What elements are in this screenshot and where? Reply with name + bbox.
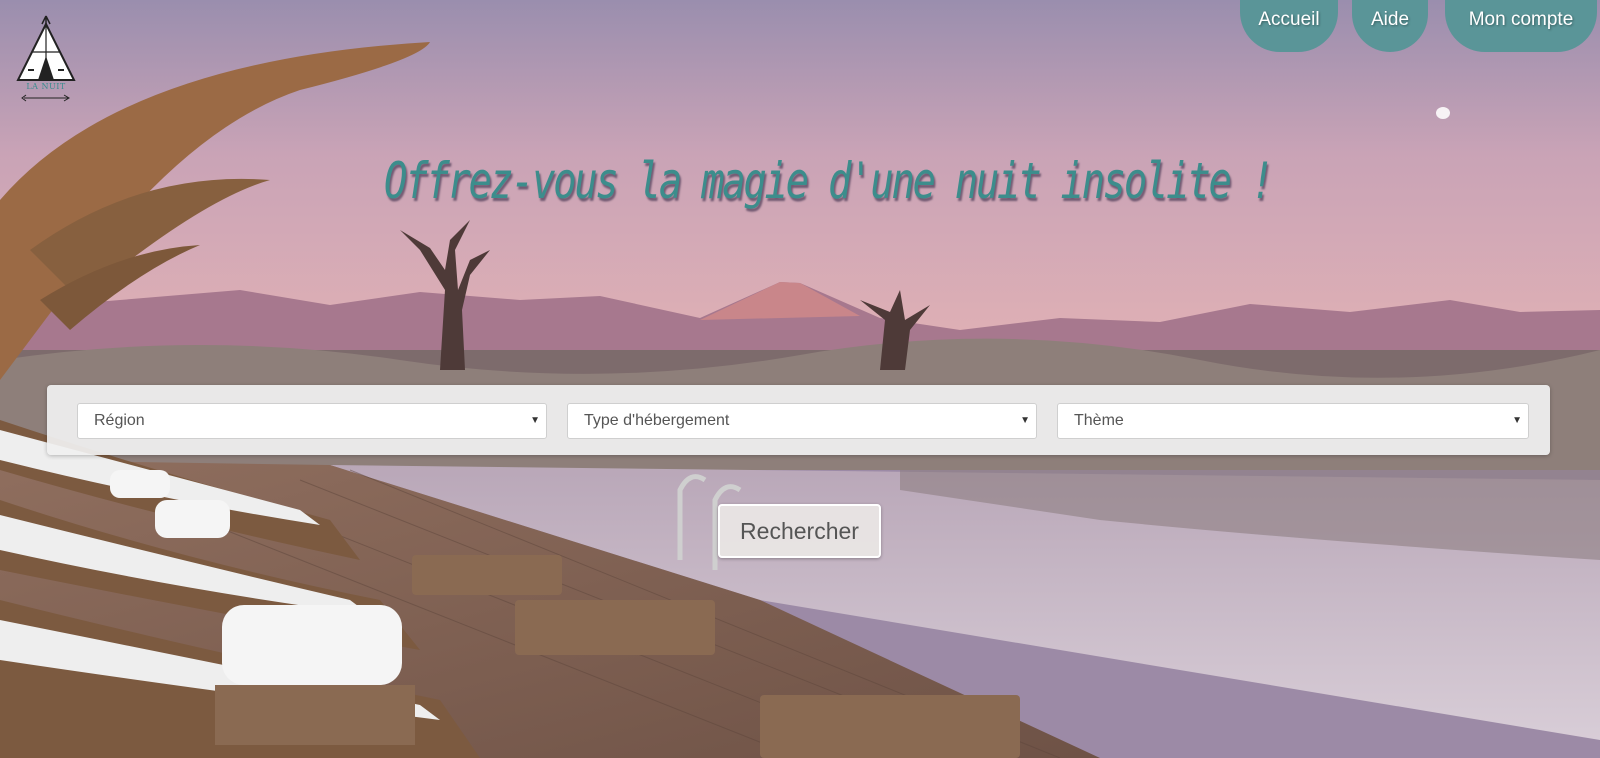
chevron-down-icon: ▼	[530, 415, 540, 426]
chevron-down-icon: ▼	[1020, 415, 1030, 426]
site-logo[interactable]: LA NUIT	[14, 12, 84, 106]
theme-select[interactable]: Thème ▼	[1057, 403, 1529, 439]
background-photo	[0, 0, 1600, 758]
theme-select-value: Thème	[1074, 412, 1124, 429]
nav-tab-mon-compte[interactable]: Mon compte	[1445, 0, 1597, 52]
search-panel: Région ▼ Type d'hébergement ▼ Thème ▼	[47, 385, 1550, 455]
region-select[interactable]: Région ▼	[77, 403, 547, 439]
search-button[interactable]: Rechercher	[718, 504, 881, 558]
logo-text: LA NUIT	[26, 82, 66, 91]
accommodation-type-select-value: Type d'hébergement	[584, 412, 730, 429]
hero-title: Offrez-vous la magie d'une nuit insolite…	[384, 152, 1274, 210]
accommodation-type-select[interactable]: Type d'hébergement ▼	[567, 403, 1037, 439]
region-select-value: Région	[94, 412, 145, 429]
chevron-down-icon: ▼	[1512, 415, 1522, 426]
page: LA NUIT Accueil Aide Mon compte Offrez-v…	[0, 0, 1600, 758]
